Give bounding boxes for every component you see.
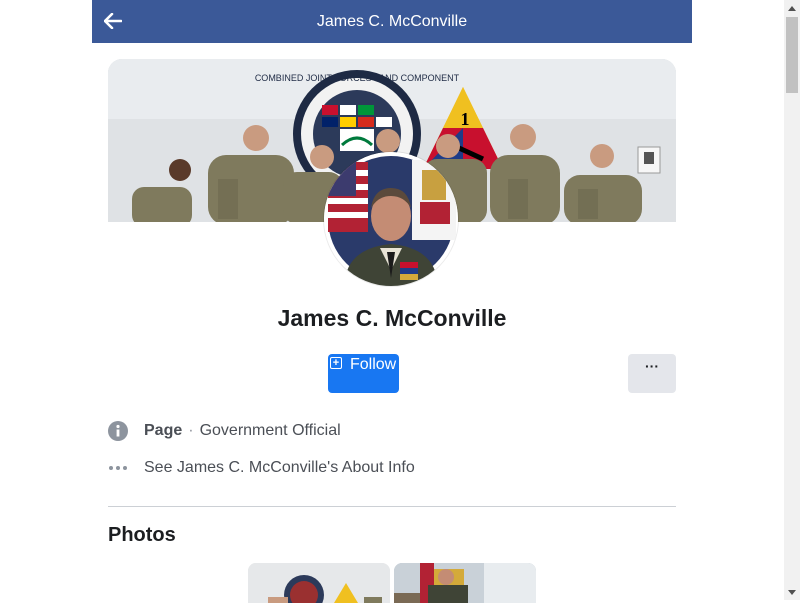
info-icon	[108, 421, 128, 441]
photo-thumbnail-image	[248, 563, 390, 603]
profile-avatar[interactable]	[324, 152, 458, 286]
about-row[interactable]: See James C. McConville's About Info	[108, 458, 415, 478]
section-divider	[108, 506, 676, 507]
more-options-label: ···	[645, 358, 659, 374]
scroll-up-arrow-icon[interactable]	[784, 0, 800, 16]
photo-thumbnail[interactable]	[248, 563, 390, 603]
plus-square-icon: +	[330, 357, 342, 369]
back-button[interactable]	[102, 10, 124, 32]
header-title: James C. McConville	[316, 12, 468, 30]
division-number: 1	[461, 109, 470, 129]
category-value: Government Official	[199, 422, 341, 439]
category-separator: ·	[188, 422, 194, 439]
top-header-bar: James C. McConville	[92, 0, 692, 43]
photo-thumbnail[interactable]	[394, 563, 536, 603]
emblem-text: COMBINED JOINT FORCES LAND COMPONENT	[255, 73, 460, 83]
category-label: Page	[144, 422, 183, 439]
follow-button[interactable]: + Follow	[328, 354, 399, 393]
scrollbar-thumb[interactable]	[786, 17, 798, 93]
profile-photo	[324, 152, 458, 286]
photo-thumbnail-image	[394, 563, 536, 603]
arrow-left-icon	[104, 13, 122, 29]
category-row: Page · Government Official	[108, 421, 341, 441]
follow-button-label: Follow	[350, 356, 397, 373]
scroll-down-arrow-icon[interactable]	[784, 584, 800, 600]
more-dots-icon	[108, 458, 128, 478]
more-options-button[interactable]: ···	[628, 354, 676, 393]
profile-name: James C. McConville	[277, 305, 507, 331]
page-viewport: James C. McConville COMBINED JOINT FORCE…	[0, 0, 784, 603]
vertical-scrollbar[interactable]	[784, 0, 800, 600]
about-info-link[interactable]: See James C. McConville's About Info	[144, 459, 415, 477]
photos-section-title: Photos	[108, 524, 176, 546]
